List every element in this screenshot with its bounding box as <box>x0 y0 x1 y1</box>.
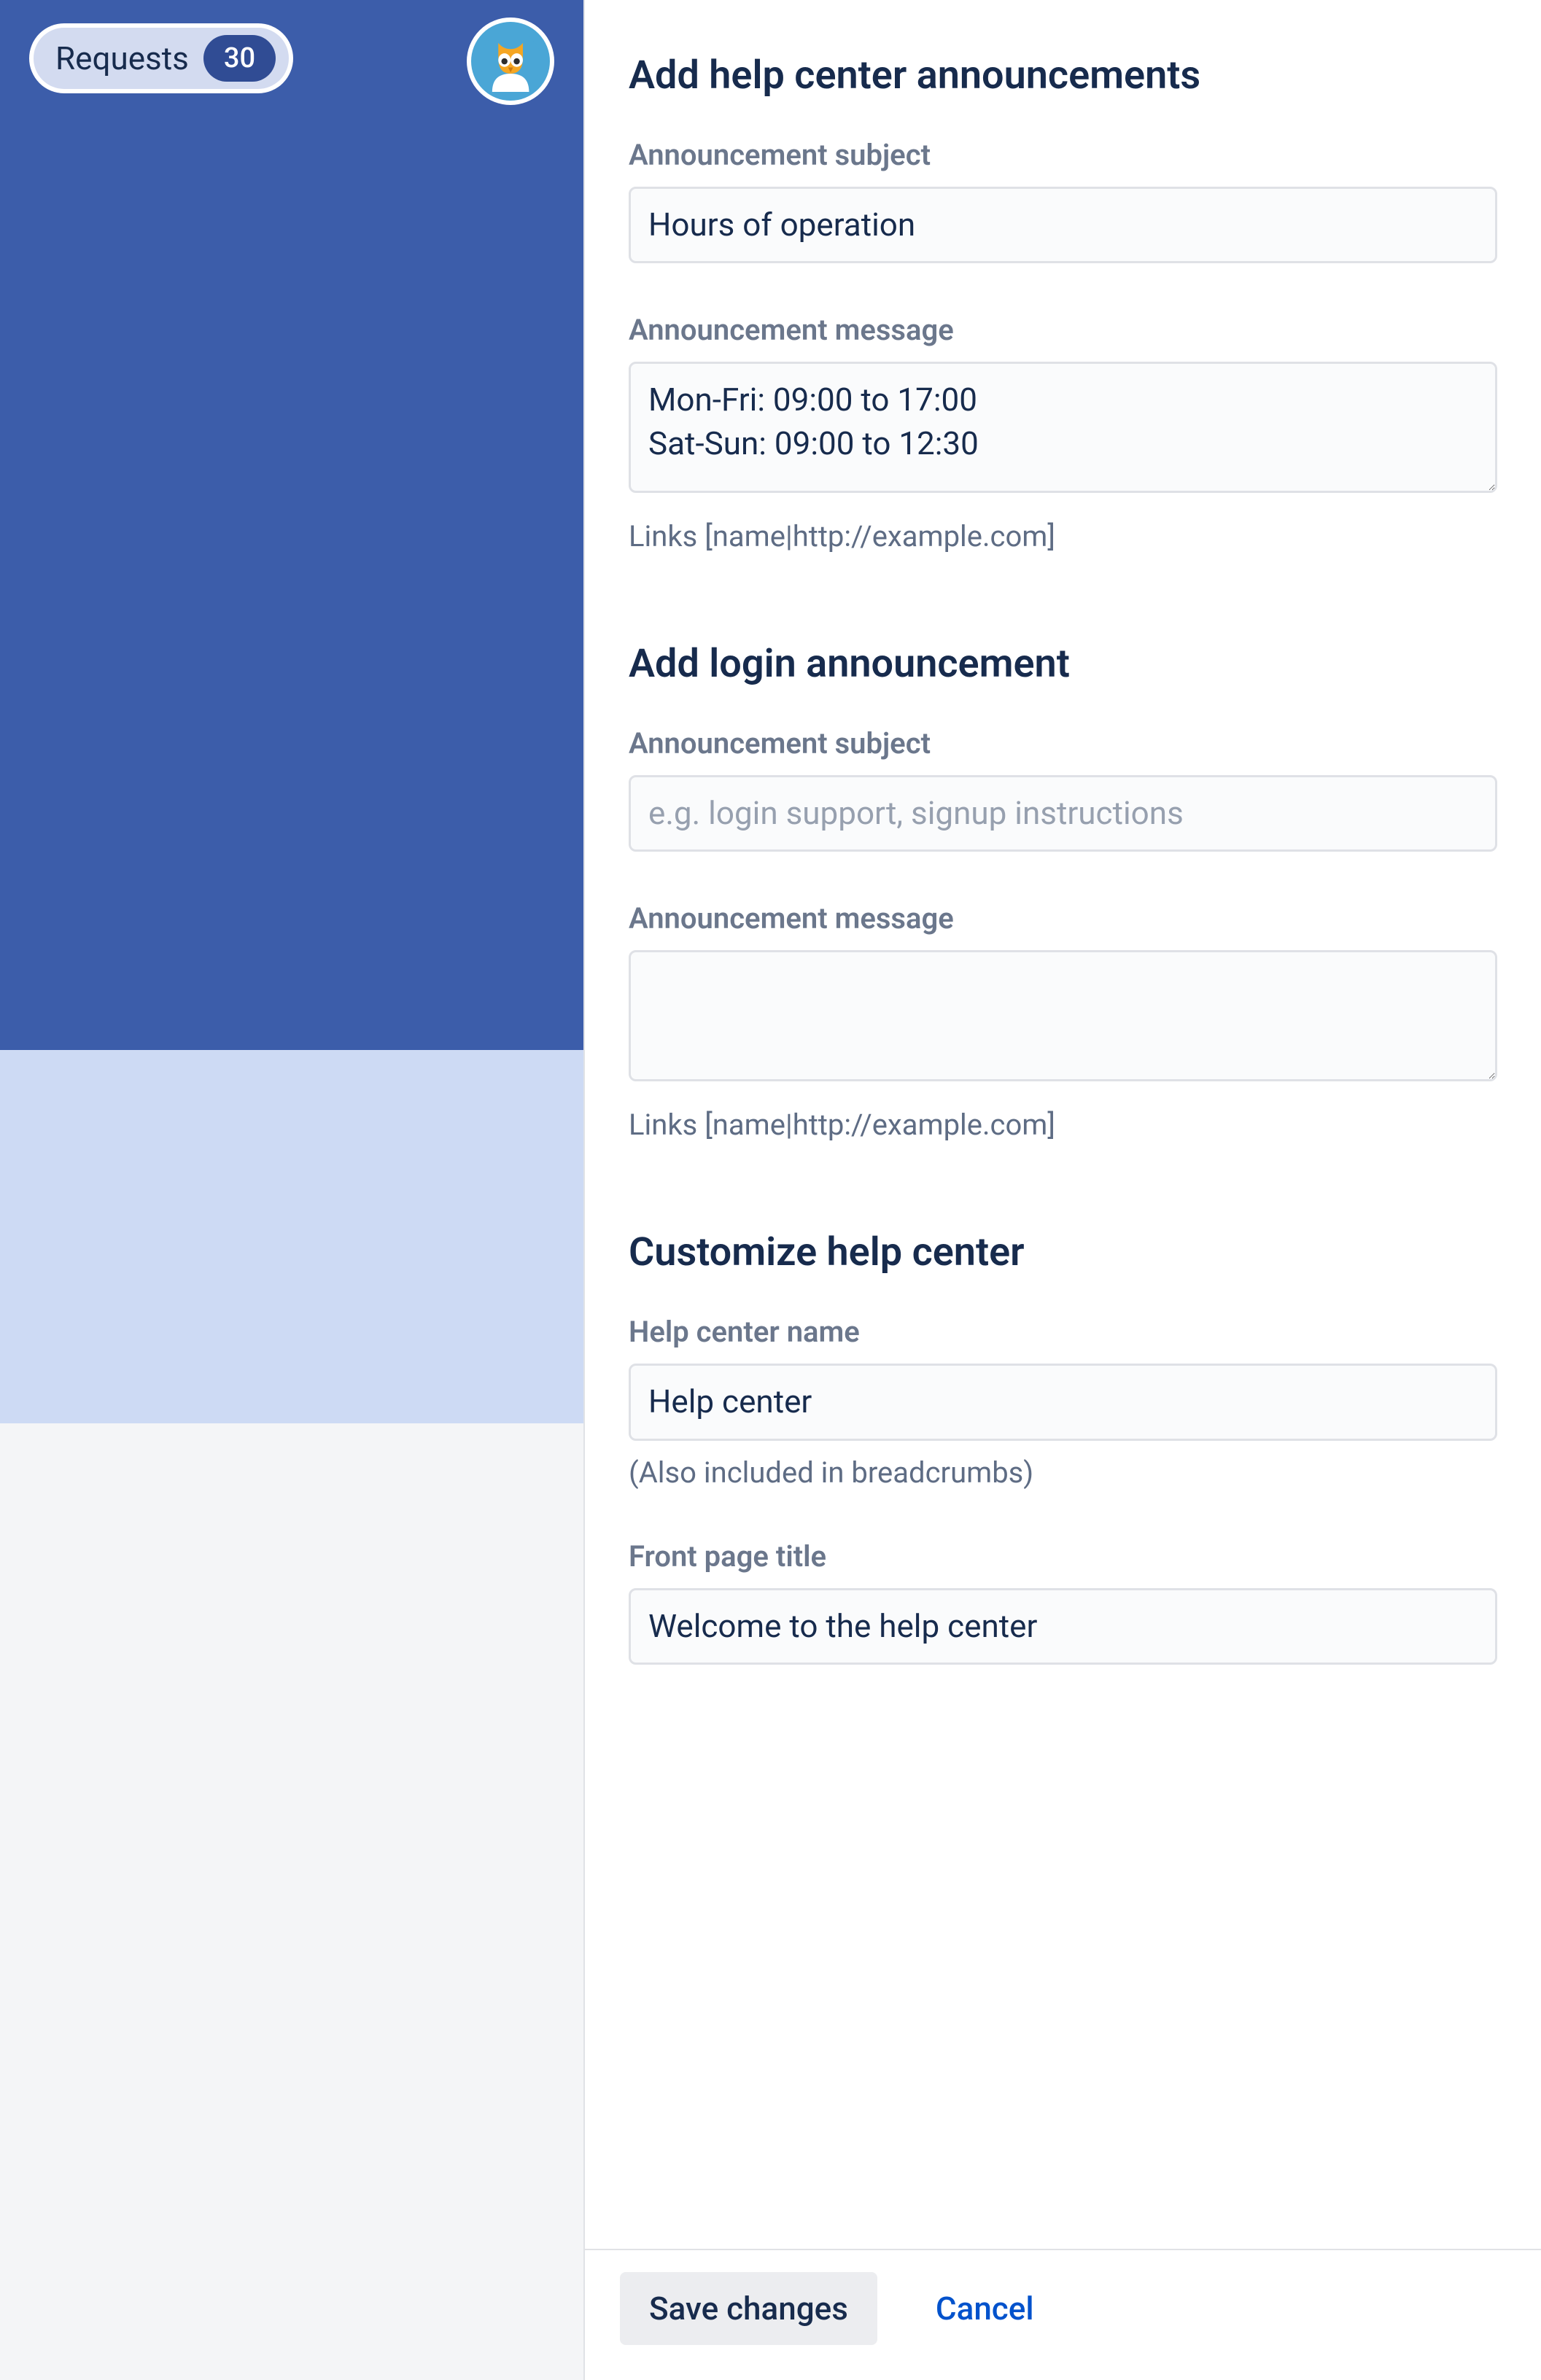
sidebar-mid-panel <box>0 1050 583 1423</box>
avatar[interactable] <box>467 18 554 105</box>
label-hc-message: Announcement message <box>629 313 1497 347</box>
owl-icon <box>480 31 541 92</box>
sidebar-header: Requests 30 <box>0 0 583 1050</box>
input-login-subject[interactable] <box>629 775 1497 852</box>
field-login-message: Announcement message Links [name|http://… <box>629 901 1497 1142</box>
heading-customize: Customize help center <box>629 1229 1497 1277</box>
input-hc-subject[interactable] <box>629 187 1497 263</box>
requests-label: Requests <box>55 39 189 77</box>
input-hc-name[interactable] <box>629 1364 1497 1440</box>
field-front-title: Front page title <box>629 1539 1497 1665</box>
field-hc-name: Help center name (Also included in bread… <box>629 1315 1497 1489</box>
main-content: Add help center announcements Announceme… <box>583 0 1541 2380</box>
label-login-message: Announcement message <box>629 901 1497 936</box>
heading-login-announcement: Add login announcement <box>629 641 1497 688</box>
field-login-subject: Announcement subject <box>629 726 1497 852</box>
field-hc-message: Announcement message Links [name|http://… <box>629 313 1497 553</box>
heading-helpcenter-announcements: Add help center announcements <box>629 52 1497 100</box>
content-scroll: Add help center announcements Announceme… <box>585 0 1541 2249</box>
footer-bar: Save changes Cancel <box>585 2249 1541 2380</box>
section-login-announcement: Add login announcement Announcement subj… <box>629 641 1497 1142</box>
hint-login-links: Links [name|http://example.com] <box>629 1108 1497 1142</box>
requests-count-badge: 30 <box>203 35 276 82</box>
label-hc-subject: Announcement subject <box>629 138 1497 172</box>
input-front-title[interactable] <box>629 1588 1497 1665</box>
label-login-subject: Announcement subject <box>629 726 1497 761</box>
section-customize: Customize help center Help center name (… <box>629 1229 1497 1665</box>
hint-hc-name: (Also included in breadcrumbs) <box>629 1455 1497 1490</box>
sidebar-bottom-panel <box>0 1423 583 2380</box>
textarea-login-message[interactable] <box>629 950 1497 1081</box>
hint-hc-links: Links [name|http://example.com] <box>629 519 1497 553</box>
field-hc-subject: Announcement subject <box>629 138 1497 263</box>
save-button[interactable]: Save changes <box>620 2272 877 2345</box>
textarea-hc-message[interactable] <box>629 362 1497 493</box>
section-helpcenter-announcements: Add help center announcements Announceme… <box>629 52 1497 553</box>
requests-pill[interactable]: Requests 30 <box>29 23 293 93</box>
label-hc-name: Help center name <box>629 1315 1497 1349</box>
sidebar: Requests 30 <box>0 0 583 2380</box>
cancel-button[interactable]: Cancel <box>907 2272 1063 2345</box>
label-front-title: Front page title <box>629 1539 1497 1574</box>
